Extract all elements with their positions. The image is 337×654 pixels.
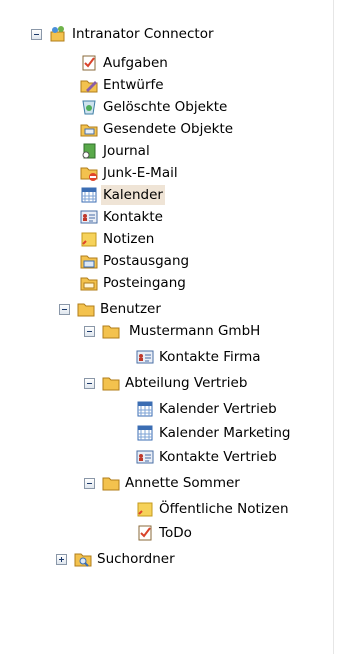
contacts-icon <box>136 450 154 464</box>
junk-folder-icon <box>80 167 98 181</box>
collapse-toggle[interactable] <box>84 325 95 337</box>
collapse-toggle[interactable] <box>31 28 42 40</box>
folder-icon <box>77 303 95 317</box>
tree-item-label: Notizen <box>103 231 155 247</box>
tree-item-label: Kalender <box>101 185 165 205</box>
tree-item-label: ToDo <box>159 525 192 541</box>
tree-item-label: Kalender Vertrieb <box>159 401 277 417</box>
tree-item-label: Entwürfe <box>103 77 164 93</box>
tree-item-kalender[interactable]: Kalender <box>80 184 165 206</box>
mailbox-icon <box>50 26 65 42</box>
notes-icon <box>137 502 153 517</box>
calendar-icon <box>137 401 153 417</box>
tree-item-kontakte-vertrieb[interactable]: Kontakte Vertrieb <box>136 446 279 468</box>
tree-item-label: Aufgaben <box>103 55 168 71</box>
tree-item-label: Kontakte <box>103 209 163 225</box>
tree-item-junk[interactable]: Junk-E-Mail <box>80 162 180 184</box>
tree-item-label: Kontakte Firma <box>159 349 261 365</box>
tree-item-label: Mustermann GmbH <box>129 323 261 339</box>
trash-icon <box>82 100 96 115</box>
tree-item-gesendete[interactable]: Gesendete Objekte <box>80 118 235 140</box>
tree-item-annette[interactable]: Annette Sommer <box>84 472 242 494</box>
tree-item-label: Annette Sommer <box>125 475 240 491</box>
tree-item-benutzer[interactable]: Benutzer <box>59 298 163 320</box>
tree-item-label: Intranator Connector <box>72 26 214 42</box>
tree-item-label: Journal <box>103 143 150 159</box>
tree-item-kontakte[interactable]: Kontakte <box>80 206 165 228</box>
tree-item-root[interactable]: Intranator Connector <box>31 23 216 45</box>
tree-item-label: Suchordner <box>97 551 175 567</box>
tree-item-notizen[interactable]: Notizen <box>80 228 156 250</box>
tree-item-oeff-notizen[interactable]: Öffentliche Notizen <box>136 498 291 520</box>
calendar-icon <box>137 425 153 441</box>
outbox-icon <box>80 255 98 269</box>
folder-icon <box>102 325 120 339</box>
tree-item-aufgaben[interactable]: Aufgaben <box>80 52 170 74</box>
notes-icon <box>81 232 97 247</box>
sent-folder-icon <box>80 124 98 137</box>
tree-item-label: Benutzer <box>100 301 161 317</box>
tree-item-suchordner[interactable]: Suchordner <box>56 548 177 570</box>
tree-item-todo[interactable]: ToDo <box>136 522 194 544</box>
tree-item-label: Posteingang <box>103 275 186 291</box>
calendar-icon <box>81 187 97 203</box>
tree-item-posteingang[interactable]: Posteingang <box>80 272 188 294</box>
expand-toggle[interactable] <box>56 553 67 565</box>
tree-item-label: Kalender Marketing <box>159 425 291 441</box>
tasks-icon <box>82 55 96 71</box>
tree-item-abteilung[interactable]: Abteilung Vertrieb <box>84 372 249 394</box>
tree-item-label: Kontakte Vertrieb <box>159 449 277 465</box>
tree-item-entwuerfe[interactable]: Entwürfe <box>80 74 166 96</box>
tree-item-kal-vertrieb[interactable]: Kalender Vertrieb <box>136 398 279 420</box>
tree-item-label: Abteilung Vertrieb <box>125 375 248 391</box>
tasks-icon <box>138 525 152 541</box>
inbox-icon <box>80 277 98 291</box>
tree-item-kontakte-firma[interactable]: Kontakte Firma <box>136 346 263 368</box>
journal-icon <box>82 143 96 159</box>
tree-item-label: Öffentliche Notizen <box>159 501 289 517</box>
collapse-toggle[interactable] <box>84 377 95 389</box>
folder-tree: Intranator Connector Aufgaben Entwürfe G… <box>0 0 334 654</box>
collapse-toggle[interactable] <box>84 477 95 489</box>
tree-item-journal[interactable]: Journal <box>80 140 152 162</box>
tree-item-kal-marketing[interactable]: Kalender Marketing <box>136 422 293 444</box>
tree-item-postausgang[interactable]: Postausgang <box>80 250 191 272</box>
contacts-icon <box>80 210 98 224</box>
contacts-icon <box>136 350 154 364</box>
drafts-icon <box>80 80 98 93</box>
tree-item-label: Postausgang <box>103 253 190 269</box>
tree-item-mustermann[interactable]: Mustermann GmbH <box>84 320 262 342</box>
tree-item-geloeschte[interactable]: Gelöschte Objekte <box>80 96 229 118</box>
collapse-toggle[interactable] <box>59 303 70 315</box>
folder-icon <box>102 477 120 491</box>
folder-icon <box>102 377 120 391</box>
tree-item-label: Junk-E-Mail <box>103 165 178 181</box>
search-folder-icon <box>74 553 92 567</box>
tree-item-label: Gelöschte Objekte <box>103 99 228 115</box>
tree-item-label: Gesendete Objekte <box>103 121 234 137</box>
